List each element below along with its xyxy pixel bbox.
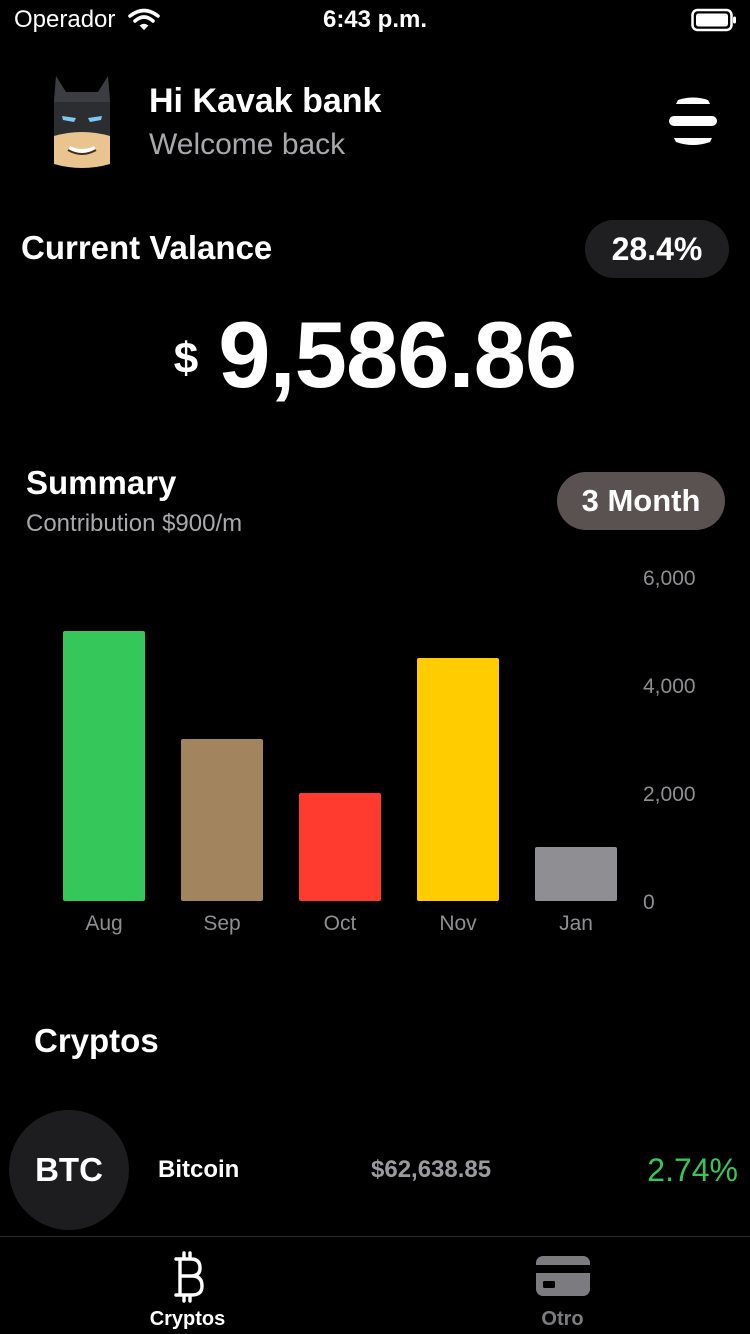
- chart-bar-aug: [63, 631, 145, 901]
- change-badge: 28.4%: [585, 220, 729, 278]
- tab-cryptos-label: Cryptos: [149, 1308, 226, 1330]
- chart-bar-sep: [181, 739, 263, 901]
- avatar[interactable]: [46, 72, 118, 172]
- summary-bar-chart: Aug Sep Oct Nov Jan 0 2,000 4,000 6,000: [63, 567, 696, 935]
- balance-amount-row: $9,586.86: [0, 300, 750, 410]
- menu-button[interactable]: [664, 96, 722, 148]
- period-selector-button[interactable]: 3 Month: [557, 472, 725, 530]
- crypto-name: Bitcoin: [158, 1156, 240, 1183]
- x-tick-label: Nov: [439, 912, 477, 935]
- crypto-price: $62,638.85: [371, 1156, 492, 1183]
- y-tick-label: 2,000: [643, 783, 696, 806]
- y-tick-label: 6,000: [643, 567, 696, 590]
- chart-bar-nov: [417, 658, 499, 901]
- tab-bar: Cryptos Otro: [0, 1236, 750, 1334]
- currency-symbol: $: [173, 334, 199, 383]
- cryptos-title: Cryptos: [34, 1022, 159, 1059]
- credit-card-icon: [535, 1256, 590, 1296]
- summary-subtitle: Contribution $900/m: [26, 510, 243, 537]
- crypto-change: 2.74%: [647, 1152, 738, 1188]
- x-tick-label: Jan: [559, 912, 593, 935]
- crypto-list-item[interactable]: BTC Bitcoin $62,638.85 2.74%: [0, 1110, 750, 1230]
- battery-icon: [691, 8, 736, 32]
- tab-cryptos[interactable]: Cryptos: [0, 1237, 375, 1334]
- greeting-title: Hi Kavak bank: [149, 82, 382, 120]
- crypto-symbol-badge: BTC: [9, 1110, 129, 1230]
- y-tick-label: 4,000: [643, 675, 696, 698]
- greeting-subtitle: Welcome back: [149, 128, 346, 161]
- chart-bar-jan: [535, 847, 617, 901]
- status-bar: Operador 6:43 p.m.: [0, 0, 750, 40]
- y-tick-label: 0: [643, 891, 655, 914]
- tab-otro-label: Otro: [541, 1308, 584, 1330]
- chart-bar-oct: [299, 793, 381, 901]
- summary-title: Summary: [26, 464, 177, 501]
- app-screen: Operador 6:43 p.m. Hi Kavak bank Welcome…: [0, 0, 750, 1334]
- tab-otro[interactable]: Otro: [375, 1237, 750, 1334]
- x-tick-label: Oct: [324, 912, 357, 935]
- x-tick-label: Sep: [203, 912, 240, 935]
- status-time: 6:43 p.m.: [322, 6, 428, 33]
- balance-amount: 9,586.86: [218, 302, 577, 407]
- balance-label: Current Valance: [21, 229, 273, 266]
- bitcoin-icon: [173, 1251, 204, 1303]
- x-tick-label: Aug: [85, 912, 122, 935]
